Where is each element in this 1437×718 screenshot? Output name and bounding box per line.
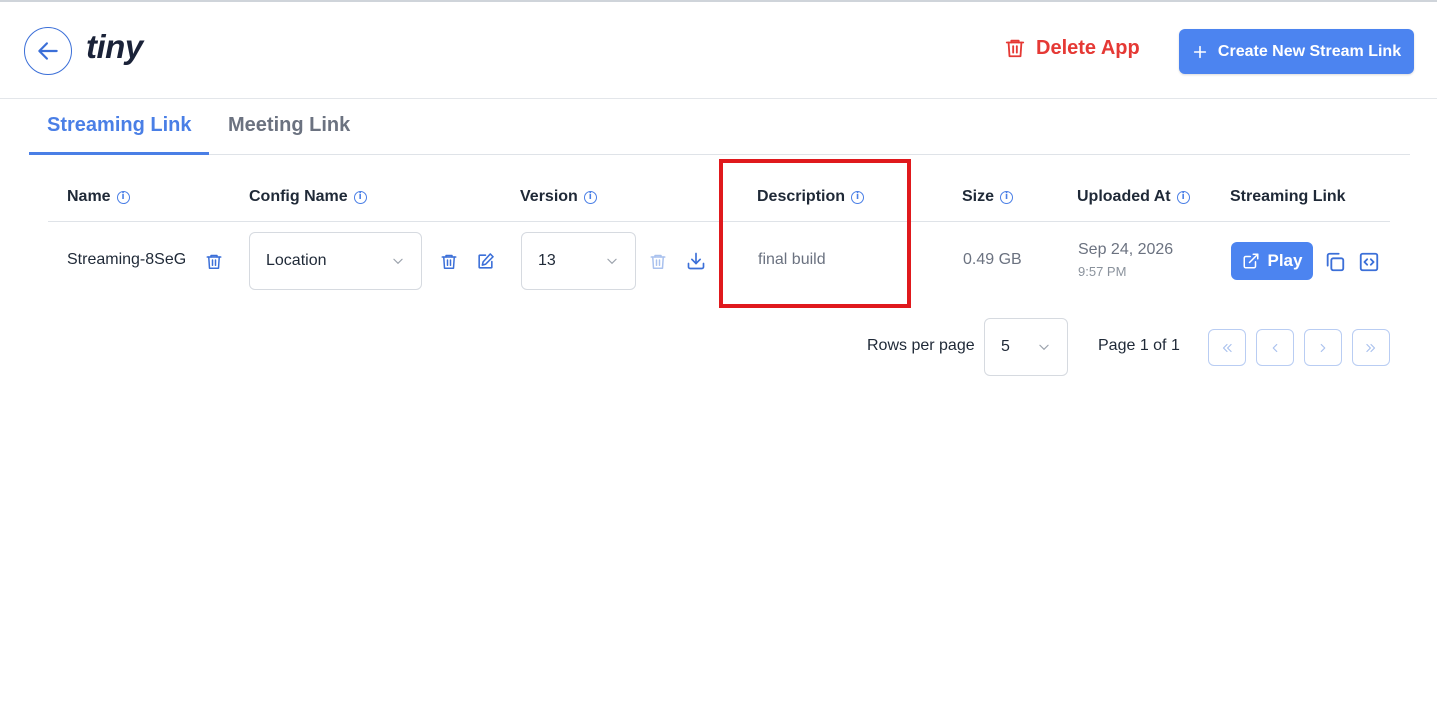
row-name: Streaming-8SeG <box>67 251 187 268</box>
info-icon[interactable]: i <box>1000 190 1014 204</box>
chevrons-right-icon <box>1366 343 1376 352</box>
version-select[interactable]: 13 <box>521 232 636 290</box>
last-page-button[interactable] <box>1352 329 1390 366</box>
app-header: tiny Delete App Create New Stream Link <box>0 2 1437 99</box>
trash-icon <box>1005 39 1025 58</box>
plus-icon <box>1193 45 1207 58</box>
chevron-down-icon <box>1039 344 1049 351</box>
column-label: Name <box>67 188 111 205</box>
chevron-down-icon <box>393 258 403 265</box>
play-label: Play <box>1267 251 1303 270</box>
column-header-name: Name i <box>67 188 130 206</box>
next-page-button[interactable] <box>1304 329 1342 366</box>
download-icon <box>687 252 705 270</box>
rows-per-page-label: Rows per page <box>867 337 975 354</box>
tab-meeting-link[interactable]: Meeting Link <box>228 114 350 137</box>
trash-icon <box>206 254 222 269</box>
rows-per-page-value: 5 <box>1001 338 1010 355</box>
active-tab-indicator <box>29 152 209 155</box>
create-stream-link-button[interactable]: Create New Stream Link <box>1179 29 1414 74</box>
info-icon[interactable]: i <box>116 190 130 204</box>
edit-icon <box>477 252 494 269</box>
create-stream-link-label: Create New Stream Link <box>1217 42 1402 60</box>
version-value: 13 <box>538 252 556 269</box>
column-label: Streaming Link <box>1230 188 1346 205</box>
first-page-button[interactable] <box>1208 329 1246 366</box>
row-uploaded-time: 9:57 PM <box>1078 264 1127 279</box>
column-header-streaming-link: Streaming Link <box>1230 188 1346 206</box>
embed-code-button[interactable] <box>1357 250 1381 274</box>
column-header-uploaded-at: Uploaded At i <box>1077 188 1190 206</box>
config-name-value: Location <box>266 252 327 269</box>
column-header-size: Size i <box>962 188 1014 206</box>
column-label: Size <box>962 188 995 205</box>
rows-per-page-select[interactable]: 5 <box>984 318 1068 376</box>
tab-streaming-link[interactable]: Streaming Link <box>47 114 191 137</box>
copy-link-button[interactable] <box>1323 250 1347 274</box>
chevron-left-icon <box>1272 343 1278 352</box>
info-icon[interactable]: i <box>583 190 597 204</box>
info-icon[interactable]: i <box>1176 190 1190 204</box>
column-label: Uploaded At <box>1077 188 1171 205</box>
column-header-config-name: Config Name i <box>249 188 367 206</box>
description-highlight-box <box>719 159 911 308</box>
tabs-divider <box>29 154 1410 155</box>
trash-icon <box>650 254 666 269</box>
chevrons-left-icon <box>1222 343 1232 352</box>
row-size: 0.49 GB <box>963 251 1022 268</box>
config-name-select[interactable]: Location <box>249 232 422 290</box>
chevron-right-icon <box>1320 343 1326 352</box>
delete-version-button[interactable] <box>647 250 669 272</box>
delete-app-label: Delete App <box>1036 36 1140 59</box>
column-label: Version <box>520 188 578 205</box>
code-icon <box>1359 252 1379 272</box>
info-icon[interactable]: i <box>353 190 367 204</box>
edit-config-button[interactable] <box>474 250 496 272</box>
external-link-icon <box>1243 253 1258 269</box>
back-arrow-icon <box>38 42 58 60</box>
trash-icon <box>441 254 457 269</box>
delete-stream-button[interactable] <box>203 250 225 272</box>
page-indicator: Page 1 of 1 <box>1098 337 1180 354</box>
download-version-button[interactable] <box>685 250 707 272</box>
play-button[interactable]: Play <box>1231 242 1313 280</box>
row-uploaded-date: Sep 24, 2026 <box>1078 241 1174 258</box>
column-header-version: Version i <box>520 188 597 206</box>
chevron-down-icon <box>607 258 617 265</box>
previous-page-button[interactable] <box>1256 329 1294 366</box>
copy-icon <box>1326 252 1345 272</box>
delete-config-button[interactable] <box>438 250 460 272</box>
app-logo: tiny <box>86 28 143 65</box>
back-button[interactable] <box>24 27 72 75</box>
delete-app-button[interactable]: Delete App <box>1004 36 1140 60</box>
column-label: Config Name <box>249 188 348 205</box>
